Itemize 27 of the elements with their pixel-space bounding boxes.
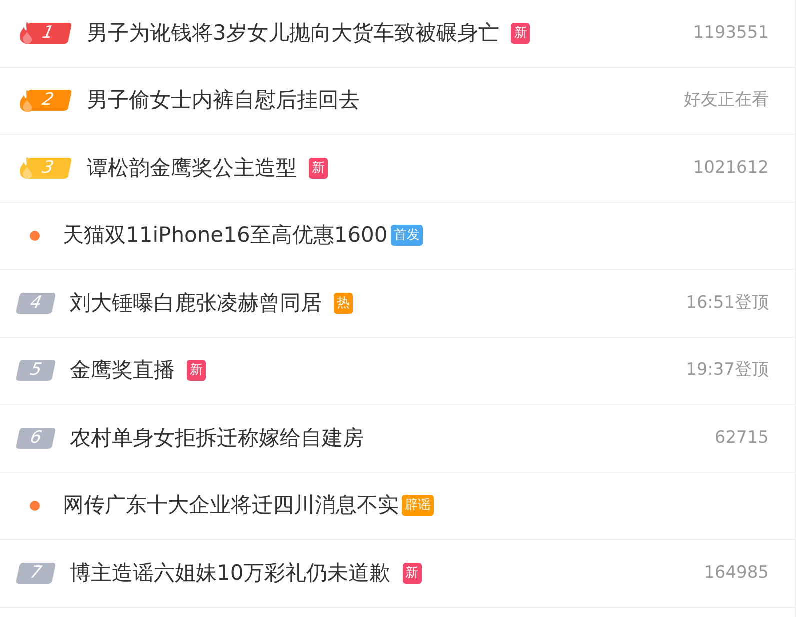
heat-count: 62715 (714, 426, 769, 450)
topic-tag: 新 (309, 158, 328, 179)
rank-badge: 5 (16, 360, 56, 382)
topic-link[interactable]: 天猫双11iPhone16至高优惠1600 (63, 220, 388, 252)
heat-count: 1021612 (693, 156, 769, 180)
topic-link[interactable]: 男子为讹钱将3岁女儿抛向大货车致被碾身亡 (87, 18, 500, 49)
topic-link[interactable]: 博主造谣六姐妹10万彩礼仍未道歉 (70, 558, 391, 589)
topic-tag: 新 (511, 22, 530, 44)
topic-tag: 新 (402, 562, 422, 584)
rank-badge: 4 (16, 292, 56, 314)
topic-link[interactable]: 谭松韵金鹰奖公主造型 (87, 152, 297, 184)
topic-link[interactable]: 刘大锤曝白鹿张凌赫曾同居 (70, 288, 322, 319)
heat-count: 1193551 (693, 22, 769, 44)
topic-tag: 辟谣 (402, 495, 434, 516)
rank-badge: 7 (16, 562, 56, 584)
topic-link[interactable]: 男子偷女士内裤自慰后挂回去 (87, 85, 360, 116)
topic-tag: 新 (187, 360, 206, 382)
heat-count: 164985 (704, 562, 769, 584)
topic-link[interactable]: 农村单身女拒拆迁称嫁给自建房 (70, 422, 364, 454)
topic-link[interactable]: 网传广东十大企业将迁四川消息不实 (63, 490, 399, 522)
heat-count: 16:51登顶 (686, 292, 769, 314)
rank-badge: 6 (16, 428, 56, 449)
heat-count: 好友正在看 (684, 89, 769, 112)
topic-tag: 热 (334, 292, 353, 314)
topic-link[interactable]: 金鹰奖直播 (70, 355, 175, 386)
topic-tag: 首发 (390, 225, 423, 246)
heat-count: 19:37登顶 (686, 359, 769, 382)
